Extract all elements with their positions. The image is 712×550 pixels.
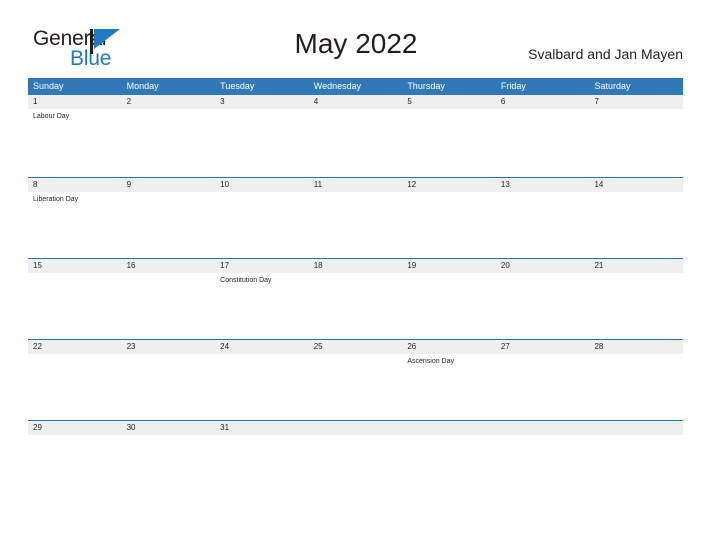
day-number[interactable]: 18 [309, 259, 403, 273]
day-cell[interactable] [402, 273, 496, 333]
day-number[interactable]: 20 [496, 259, 590, 273]
day-number[interactable] [309, 421, 403, 435]
day-number-strip: 8 9 10 11 12 13 14 [28, 178, 683, 192]
day-event-strip: Labour Day [28, 109, 683, 169]
day-cell[interactable] [496, 192, 590, 252]
day-number[interactable] [589, 421, 683, 435]
day-number[interactable]: 16 [122, 259, 216, 273]
day-number[interactable]: 21 [589, 259, 683, 273]
day-cell[interactable]: Labour Day [28, 109, 122, 169]
day-number[interactable]: 3 [215, 95, 309, 109]
day-event-strip: Liberation Day [28, 192, 683, 252]
day-cell[interactable] [215, 109, 309, 169]
day-number[interactable]: 22 [28, 340, 122, 354]
day-cell[interactable] [122, 273, 216, 333]
day-event-strip: Ascension Day [28, 354, 683, 414]
day-cell[interactable]: Ascension Day [402, 354, 496, 414]
day-number[interactable]: 26 [402, 340, 496, 354]
day-number-strip: 22 23 24 25 26 27 28 [28, 340, 683, 354]
day-number[interactable]: 24 [215, 340, 309, 354]
holiday-label: Liberation Day [33, 196, 79, 203]
day-cell[interactable] [215, 192, 309, 252]
day-number[interactable]: 10 [215, 178, 309, 192]
day-cell[interactable] [309, 273, 403, 333]
day-cell[interactable] [215, 354, 309, 414]
day-number-strip: 15 16 17 18 19 20 21 [28, 259, 683, 273]
day-cell[interactable] [309, 354, 403, 414]
day-cell[interactable] [122, 192, 216, 252]
day-number[interactable] [402, 421, 496, 435]
weekday-header-saturday: Saturday [594, 81, 631, 91]
day-number[interactable]: 4 [309, 95, 403, 109]
day-cell[interactable] [309, 109, 403, 169]
day-number[interactable]: 28 [589, 340, 683, 354]
day-event-strip: Constitution Day [28, 273, 683, 333]
day-cell[interactable] [402, 109, 496, 169]
day-cell[interactable] [28, 273, 122, 333]
day-number[interactable]: 23 [122, 340, 216, 354]
day-cell[interactable] [496, 354, 590, 414]
holiday-label: Constitution Day [220, 277, 272, 284]
day-number[interactable]: 7 [589, 95, 683, 109]
day-cell[interactable]: Constitution Day [215, 273, 309, 333]
day-cell[interactable] [589, 192, 683, 252]
day-number[interactable]: 13 [496, 178, 590, 192]
day-cell[interactable]: Liberation Day [28, 192, 122, 252]
weekday-header-monday: Monday [126, 81, 159, 91]
week-row: 1 2 3 4 5 6 7 Labour Day [28, 95, 683, 177]
day-cell[interactable] [122, 109, 216, 169]
day-number-strip: 29 30 31 [28, 421, 683, 435]
week-row: 8 9 10 11 12 13 14 Liberation Day [28, 177, 683, 258]
day-number[interactable]: 11 [309, 178, 403, 192]
weekday-header-sunday: Sunday [33, 81, 64, 91]
day-cell[interactable] [309, 192, 403, 252]
weekday-header-row: Sunday Monday Tuesday Wednesday Thursday… [28, 78, 683, 95]
day-number[interactable]: 14 [589, 178, 683, 192]
day-number[interactable]: 1 [28, 95, 122, 109]
day-number[interactable]: 15 [28, 259, 122, 273]
day-number[interactable]: 9 [122, 178, 216, 192]
region-label: Svalbard and Jan Mayen [528, 46, 683, 62]
day-number[interactable]: 25 [309, 340, 403, 354]
day-cell[interactable] [28, 354, 122, 414]
day-number[interactable]: 8 [28, 178, 122, 192]
day-number[interactable]: 6 [496, 95, 590, 109]
day-number[interactable] [496, 421, 590, 435]
day-number[interactable]: 2 [122, 95, 216, 109]
weekday-header-wednesday: Wednesday [313, 81, 362, 91]
calendar-grid: Sunday Monday Tuesday Wednesday Thursday… [28, 78, 683, 447]
day-cell[interactable] [402, 192, 496, 252]
weekday-header-thursday: Thursday [407, 81, 445, 91]
page-header: General Blue May 2022 Svalbard and Jan M… [0, 0, 712, 78]
weekday-header-friday: Friday [500, 81, 526, 91]
day-number[interactable]: 12 [402, 178, 496, 192]
day-number[interactable]: 27 [496, 340, 590, 354]
day-cell[interactable] [589, 354, 683, 414]
week-row: 15 16 17 18 19 20 21 Constitution Day [28, 258, 683, 339]
week-row: 29 30 31 [28, 420, 683, 447]
holiday-label: Labour Day [33, 113, 70, 120]
day-number[interactable]: 29 [28, 421, 122, 435]
day-cell[interactable] [122, 354, 216, 414]
day-number[interactable]: 30 [122, 421, 216, 435]
day-cell[interactable] [496, 109, 590, 169]
day-number[interactable]: 31 [215, 421, 309, 435]
weekday-header-tuesday: Tuesday [220, 81, 255, 91]
day-cell[interactable] [589, 109, 683, 169]
day-number-strip: 1 2 3 4 5 6 7 [28, 95, 683, 109]
holiday-label: Ascension Day [407, 358, 455, 365]
week-row: 22 23 24 25 26 27 28 Ascension Day [28, 339, 683, 420]
day-number[interactable]: 5 [402, 95, 496, 109]
day-number[interactable]: 19 [402, 259, 496, 273]
day-cell[interactable] [496, 273, 590, 333]
calendar-page: General Blue May 2022 Svalbard and Jan M… [0, 0, 712, 550]
day-cell[interactable] [589, 273, 683, 333]
day-number[interactable]: 17 [215, 259, 309, 273]
